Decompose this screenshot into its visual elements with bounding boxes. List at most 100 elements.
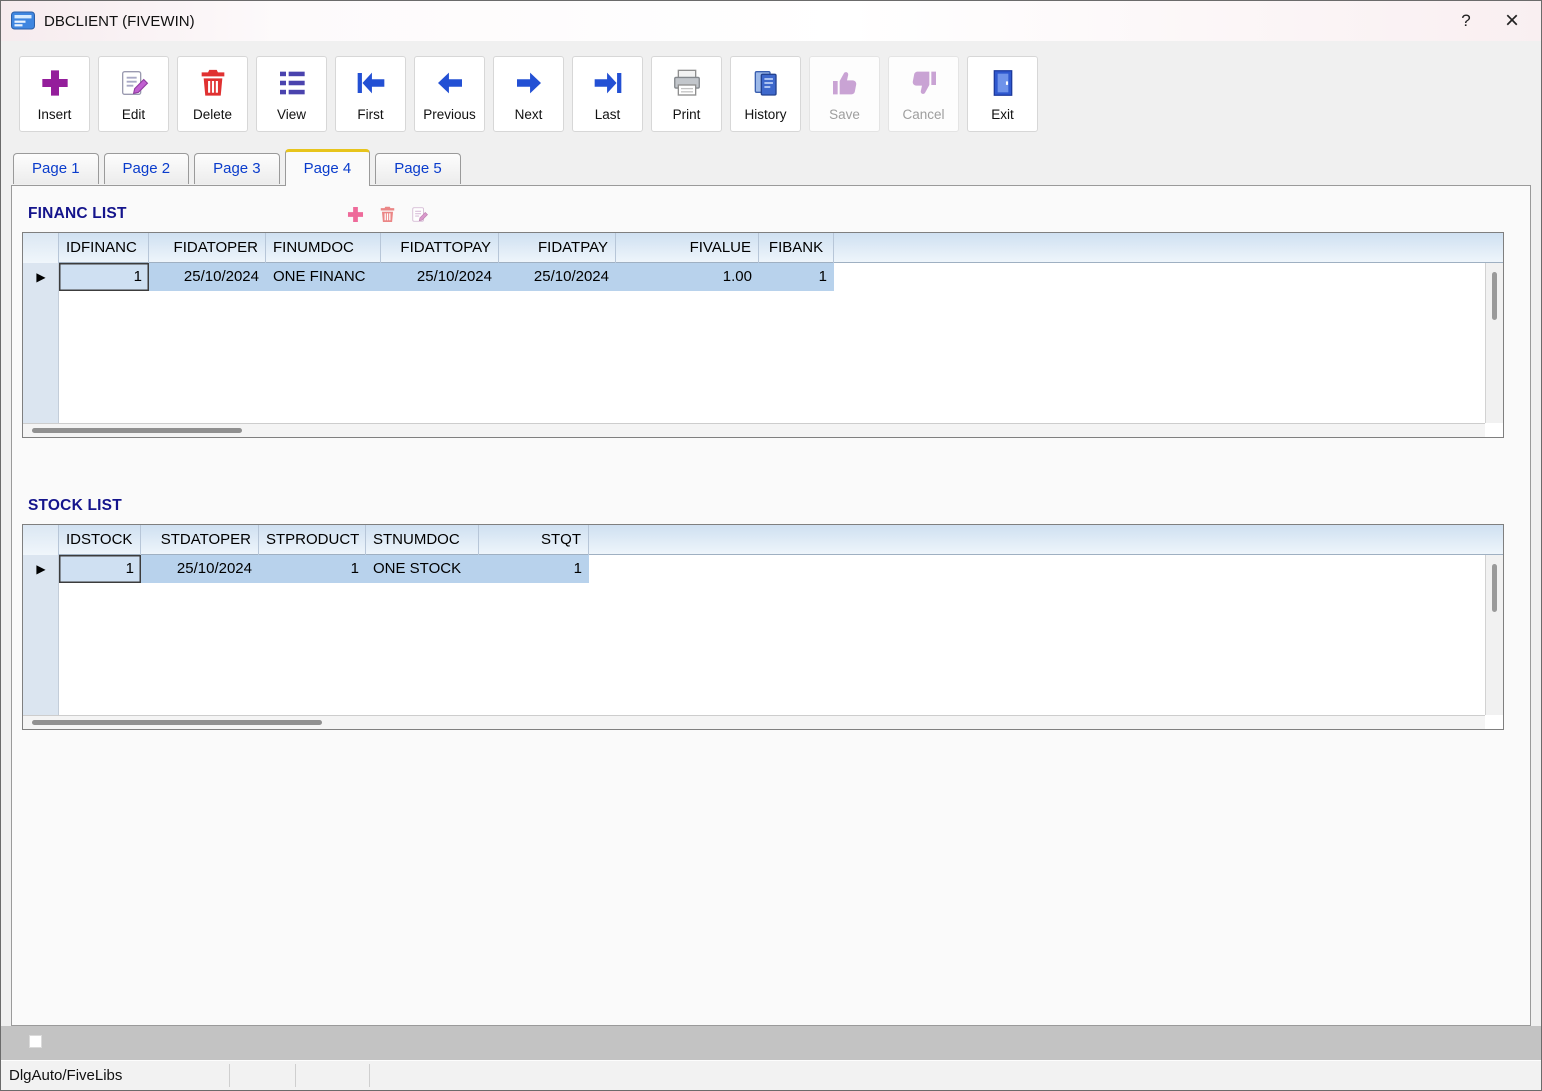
delete-trash-icon xyxy=(197,67,229,104)
exit-door-icon xyxy=(987,67,1019,104)
main-toolbar: Insert Edit Delete View First Previous N… xyxy=(1,41,1541,147)
cell-idfinanc[interactable]: 1 xyxy=(59,263,149,291)
financ-list-title: FINANC LIST xyxy=(28,205,127,223)
edit-note-icon xyxy=(118,67,150,104)
tab-page-3[interactable]: Page 3 xyxy=(194,153,280,184)
stock-vertical-scrollbar[interactable] xyxy=(1485,555,1503,715)
history-button[interactable]: History xyxy=(730,56,801,132)
financ-edit-button[interactable] xyxy=(409,203,431,225)
stock-grid: IDSTOCK STDATOPER STPRODUCT STNUMDOC STQ… xyxy=(22,524,1504,730)
cell-fivalue[interactable]: 1.00 xyxy=(616,263,759,291)
financ-mini-toolbar xyxy=(345,203,431,225)
stock-col-stdatoper[interactable]: STDATOPER xyxy=(141,525,259,555)
tab-page-2[interactable]: Page 2 xyxy=(104,153,190,184)
next-arrow-icon xyxy=(513,67,545,104)
exit-button[interactable]: Exit xyxy=(967,56,1038,132)
window-title: DBCLIENT (FIVEWIN) xyxy=(44,13,195,30)
financ-col-fidatoper[interactable]: FIDATOPER xyxy=(149,233,266,263)
last-button[interactable]: Last xyxy=(572,56,643,132)
row-indicator: ▶ xyxy=(23,555,59,583)
stock-col-stproduct[interactable]: STPRODUCT xyxy=(259,525,366,555)
title-bar: DBCLIENT (FIVEWIN) ? × xyxy=(1,1,1541,41)
cell-stproduct[interactable]: 1 xyxy=(259,555,366,583)
stock-col-stqt[interactable]: STQT xyxy=(479,525,589,555)
stock-hscroll-thumb[interactable] xyxy=(32,720,322,725)
stock-vscroll-thumb[interactable] xyxy=(1492,564,1497,612)
financ-list-header: FINANC LIST xyxy=(28,202,1530,226)
table-row[interactable]: ▶ 1 25/10/2024 ONE FINANC 25/10/2024 25/… xyxy=(23,263,834,291)
previous-button[interactable]: Previous xyxy=(414,56,485,132)
financ-col-finumdoc[interactable]: FINUMDOC xyxy=(266,233,381,263)
current-row-arrow-icon: ▶ xyxy=(36,555,45,583)
bottom-strip xyxy=(1,1026,1541,1060)
next-button[interactable]: Next xyxy=(493,56,564,132)
financ-add-button[interactable] xyxy=(345,203,367,225)
save-button[interactable]: Save xyxy=(809,56,880,132)
current-row-arrow-icon: ▶ xyxy=(36,263,45,291)
grip-square xyxy=(29,1035,42,1048)
row-indicator: ▶ xyxy=(23,263,59,291)
stock-grid-header: IDSTOCK STDATOPER STPRODUCT STNUMDOC STQ… xyxy=(23,525,1503,555)
stock-horizontal-scrollbar[interactable] xyxy=(23,715,1485,729)
cell-fidatpay[interactable]: 25/10/2024 xyxy=(499,263,616,291)
insert-plus-icon xyxy=(39,67,71,104)
save-thumbs-up-icon xyxy=(829,67,861,104)
financ-grid-header: IDFINANC FIDATOPER FINUMDOC FIDATTOPAY F… xyxy=(23,233,1503,263)
financ-grid-body: ▶ 1 25/10/2024 ONE FINANC 25/10/2024 25/… xyxy=(23,263,1485,423)
cell-fibank[interactable]: 1 xyxy=(759,263,834,291)
first-arrow-icon xyxy=(355,67,387,104)
stock-indicator-header xyxy=(23,525,59,555)
cell-stqt[interactable]: 1 xyxy=(479,555,589,583)
tab-page-4[interactable]: Page 4 xyxy=(285,149,371,186)
stock-col-idstock[interactable]: IDSTOCK xyxy=(59,525,141,555)
edit-button[interactable]: Edit xyxy=(98,56,169,132)
help-button[interactable]: ? xyxy=(1443,1,1489,41)
stock-list-header: STOCK LIST xyxy=(28,494,1530,518)
financ-vscroll-thumb[interactable] xyxy=(1492,272,1497,320)
first-button[interactable]: First xyxy=(335,56,406,132)
financ-horizontal-scrollbar[interactable] xyxy=(23,423,1485,437)
dbclient-window: DBCLIENT (FIVEWIN) ? × Insert Edit Delet… xyxy=(0,0,1542,1091)
cancel-button[interactable]: Cancel xyxy=(888,56,959,132)
page-4-panel: FINANC LIST IDFINANC FIDATOPER FINUMDOC … xyxy=(11,185,1531,1026)
table-row[interactable]: ▶ 1 25/10/2024 1 ONE STOCK 1 xyxy=(23,555,589,583)
cell-stnumdoc[interactable]: ONE STOCK xyxy=(366,555,479,583)
cancel-thumbs-down-icon xyxy=(908,67,940,104)
statusbar-divider xyxy=(295,1064,296,1087)
status-bar: DlgAuto/FiveLibs xyxy=(1,1060,1541,1090)
stock-col-stnumdoc[interactable]: STNUMDOC xyxy=(366,525,479,555)
financ-header-filler xyxy=(834,233,1485,263)
financ-vertical-scrollbar[interactable] xyxy=(1485,263,1503,423)
financ-grid: IDFINANC FIDATOPER FINUMDOC FIDATTOPAY F… xyxy=(22,232,1504,438)
financ-col-fidatpay[interactable]: FIDATPAY xyxy=(499,233,616,263)
insert-button[interactable]: Insert xyxy=(19,56,90,132)
view-list-icon xyxy=(276,67,308,104)
tab-page-5[interactable]: Page 5 xyxy=(375,153,461,184)
financ-col-fivalue[interactable]: FIVALUE xyxy=(616,233,759,263)
print-button[interactable]: Print xyxy=(651,56,722,132)
cell-stdatoper[interactable]: 25/10/2024 xyxy=(141,555,259,583)
last-arrow-icon xyxy=(592,67,624,104)
financ-col-idfinanc[interactable]: IDFINANC xyxy=(59,233,149,263)
statusbar-divider xyxy=(229,1064,230,1087)
financ-delete-button[interactable] xyxy=(377,203,399,225)
financ-col-fibank[interactable]: FIBANK xyxy=(759,233,834,263)
statusbar-divider xyxy=(369,1064,370,1087)
page-tabs: Page 1 Page 2 Page 3 Page 4 Page 5 xyxy=(1,147,1541,185)
tab-page-1[interactable]: Page 1 xyxy=(13,153,99,184)
view-button[interactable]: View xyxy=(256,56,327,132)
stock-list-title: STOCK LIST xyxy=(28,497,122,515)
cell-fidatoper[interactable]: 25/10/2024 xyxy=(149,263,266,291)
financ-hscroll-thumb[interactable] xyxy=(32,428,242,433)
cell-fidattopay[interactable]: 25/10/2024 xyxy=(381,263,499,291)
stock-grid-body: ▶ 1 25/10/2024 1 ONE STOCK 1 xyxy=(23,555,1485,715)
financ-indicator-header xyxy=(23,233,59,263)
app-icon xyxy=(11,11,35,31)
close-button[interactable]: × xyxy=(1489,1,1535,41)
history-icon xyxy=(750,67,782,104)
delete-button[interactable]: Delete xyxy=(177,56,248,132)
cell-idstock[interactable]: 1 xyxy=(59,555,141,583)
cell-finumdoc[interactable]: ONE FINANC xyxy=(266,263,381,291)
status-text: DlgAuto/FiveLibs xyxy=(9,1067,122,1084)
financ-col-fidattopay[interactable]: FIDATTOPAY xyxy=(381,233,499,263)
